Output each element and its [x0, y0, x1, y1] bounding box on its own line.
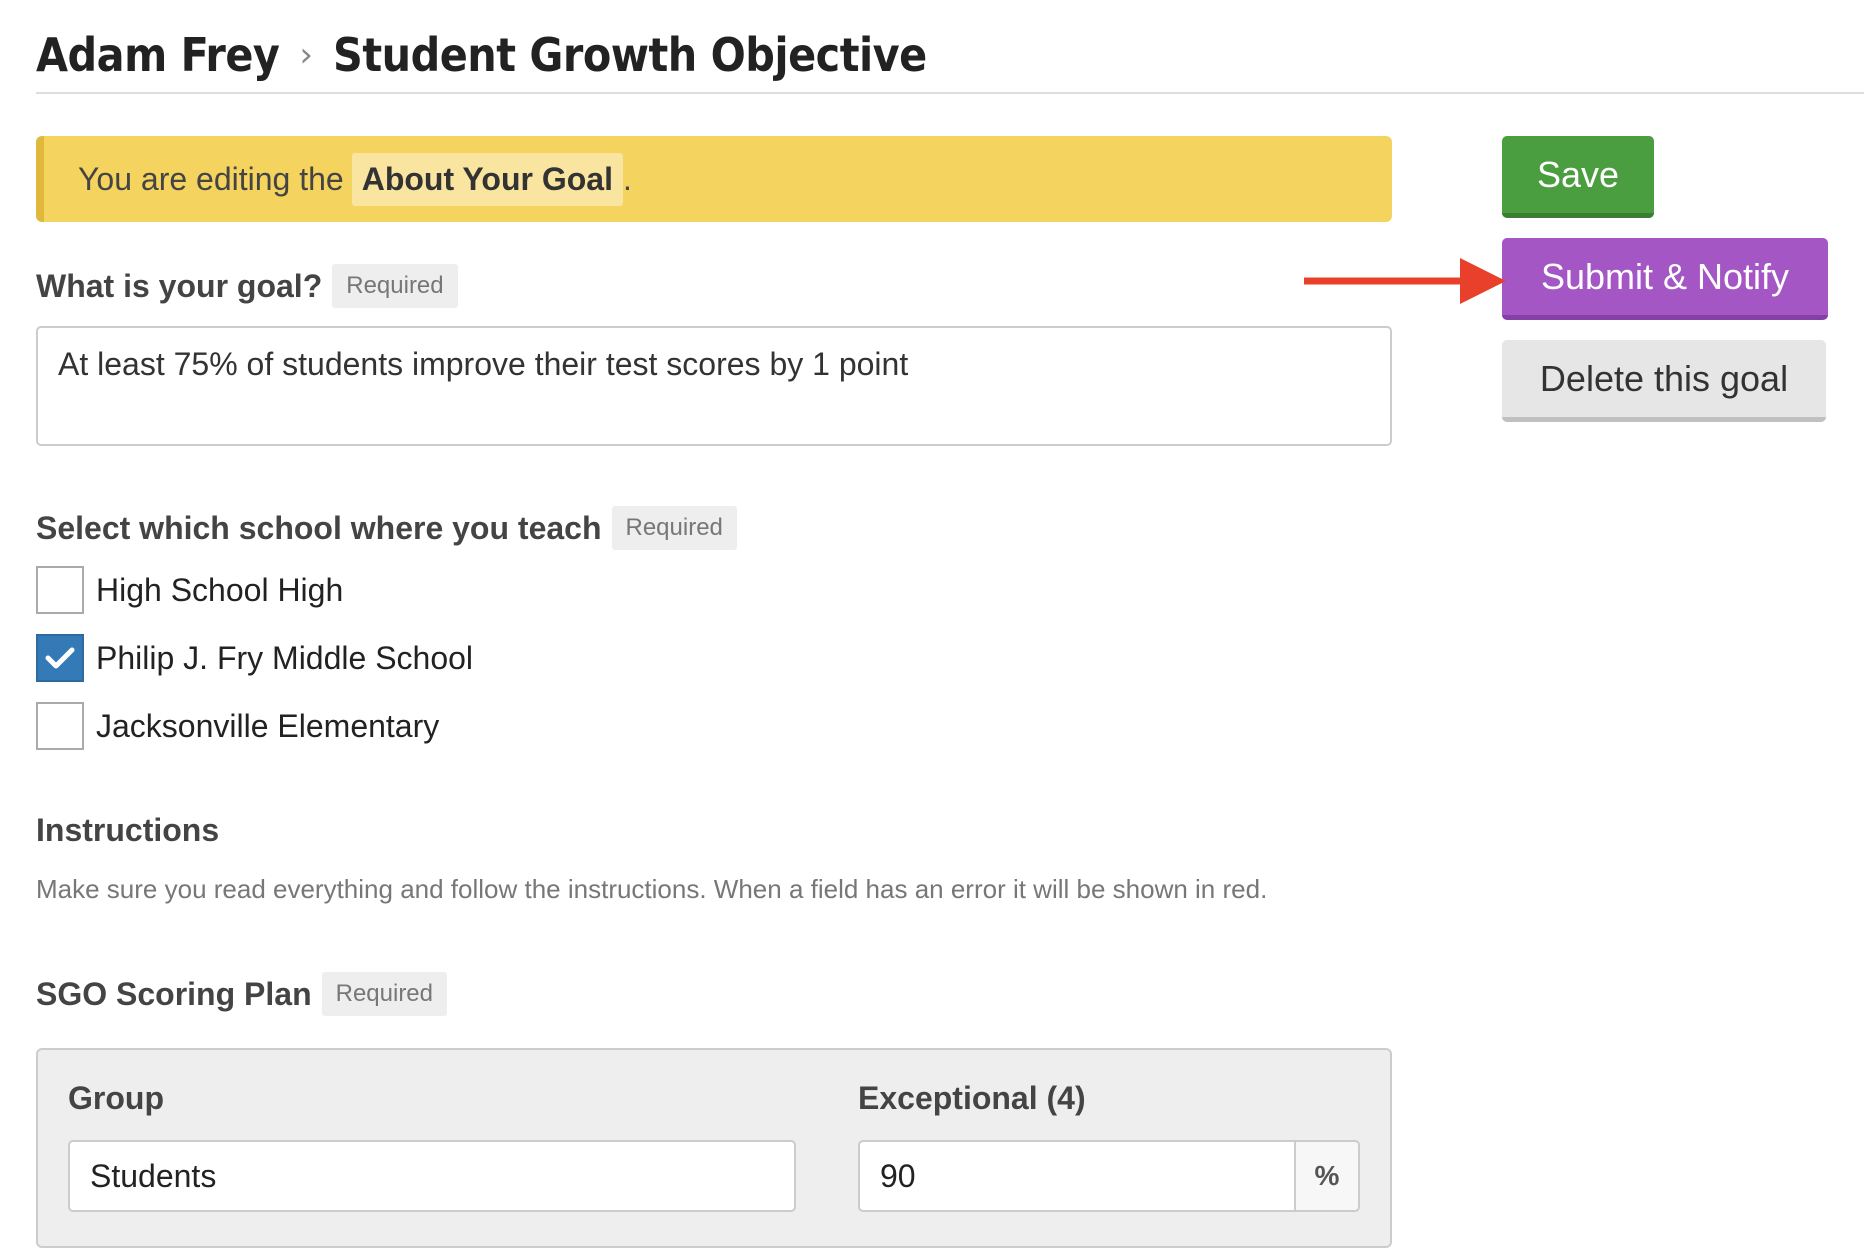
- breadcrumb-separator: ›: [299, 35, 314, 75]
- save-button[interactable]: Save: [1502, 136, 1654, 218]
- required-badge: Required: [332, 264, 458, 308]
- checkmark-icon: [45, 647, 75, 669]
- scoring-label: SGO Scoring Plan Required: [36, 972, 448, 1016]
- scoring-label-text: SGO Scoring Plan: [36, 975, 312, 1012]
- delete-goal-button[interactable]: Delete this goal: [1502, 340, 1826, 422]
- goal-label-text: What is your goal?: [36, 267, 323, 304]
- school-label-text: Select which school where you teach: [36, 509, 602, 546]
- group-input[interactable]: Students: [68, 1140, 796, 1212]
- goal-label: What is your goal? Required: [36, 264, 458, 308]
- instructions-title: Instructions: [36, 812, 220, 848]
- checkbox-label: Philip J. Fry Middle School: [96, 639, 474, 676]
- checkbox[interactable]: [36, 702, 84, 750]
- editing-banner: You are editing the About Your Goal .: [36, 136, 1392, 222]
- banner-prefix: You are editing the: [78, 160, 344, 197]
- checkbox-label: High School High: [96, 571, 344, 608]
- page-header: Adam Frey › Student Growth Objective: [36, 18, 1864, 94]
- percent-addon: %: [1294, 1140, 1360, 1212]
- arrow-pointer-icon: [1304, 258, 1506, 304]
- submit-notify-button[interactable]: Submit & Notify: [1502, 238, 1828, 320]
- required-badge: Required: [321, 972, 448, 1016]
- instructions-text: Make sure you read everything and follow…: [36, 874, 1268, 904]
- required-badge: Required: [611, 506, 737, 550]
- checkbox-checked[interactable]: [36, 634, 84, 682]
- school-label: Select which school where you teach Requ…: [36, 506, 737, 550]
- group-label: Group: [68, 1080, 164, 1116]
- school-option-jacksonville-elementary[interactable]: Jacksonville Elementary: [36, 702, 439, 750]
- page-title: Student Growth Objective: [333, 28, 927, 82]
- banner-suffix: .: [622, 160, 632, 197]
- school-option-fry-middle-school[interactable]: Philip J. Fry Middle School: [36, 634, 473, 682]
- banner-section-name: About Your Goal: [351, 152, 623, 206]
- checkbox[interactable]: [36, 566, 84, 614]
- checkbox-label: Jacksonville Elementary: [96, 707, 440, 744]
- goal-textarea[interactable]: At least 75% of students improve their t…: [36, 326, 1392, 446]
- scoring-plan-panel: Group Students Exceptional (4) 90 %: [36, 1048, 1392, 1248]
- school-option-high-school-high[interactable]: High School High: [36, 566, 343, 614]
- exceptional-input[interactable]: 90: [858, 1140, 1296, 1212]
- exceptional-label: Exceptional (4): [858, 1080, 1086, 1116]
- breadcrumb-parent-link[interactable]: Adam Frey: [36, 28, 280, 82]
